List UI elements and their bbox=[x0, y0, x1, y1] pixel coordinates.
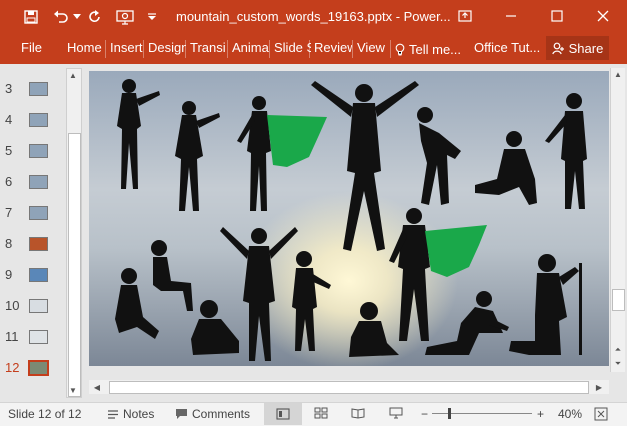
scroll-up-icon[interactable]: ▲ bbox=[612, 68, 624, 80]
scroll-down-icon[interactable]: ▼ bbox=[67, 384, 79, 396]
slide-number: 7 bbox=[5, 205, 13, 220]
slide-thumbnail-10[interactable]: 10 bbox=[0, 295, 66, 317]
slide-mini bbox=[29, 175, 48, 189]
reading-view-icon bbox=[351, 408, 365, 419]
next-slide-icon[interactable]: ⏷ bbox=[612, 358, 624, 370]
slide-thumbnail-11[interactable]: 11 bbox=[0, 326, 66, 348]
scrollbar-thumb[interactable] bbox=[68, 133, 81, 397]
slide-number: 4 bbox=[5, 112, 13, 127]
window-title: mountain_custom_words_19163.pptx - Power… bbox=[176, 9, 451, 24]
status-bar: Slide 12 of 12 Notes Comments − + 40% bbox=[0, 402, 627, 426]
previous-slide-icon[interactable]: ⏶ bbox=[612, 344, 624, 356]
tab-design[interactable]: Design bbox=[143, 40, 186, 58]
slide-sorter-button[interactable] bbox=[314, 407, 328, 419]
undo-dropdown-icon[interactable] bbox=[72, 8, 82, 26]
normal-view-icon bbox=[276, 408, 290, 420]
share-button[interactable]: Share bbox=[546, 36, 609, 60]
tab-insert[interactable]: Insert bbox=[105, 40, 146, 58]
undo-icon[interactable] bbox=[50, 8, 72, 26]
slide-number: 8 bbox=[5, 236, 13, 251]
customize-icon[interactable] bbox=[146, 8, 158, 26]
slideshow-view-icon bbox=[389, 407, 403, 419]
slide-number: 11 bbox=[5, 329, 19, 344]
slide-thumbnail-6[interactable]: 6 bbox=[0, 171, 66, 193]
slideshow-view-button[interactable] bbox=[389, 407, 403, 419]
person-icon bbox=[551, 42, 564, 54]
notes-label: Notes bbox=[123, 407, 155, 421]
slide-number: 12 bbox=[5, 360, 20, 375]
silhouettes-illustration bbox=[115, 79, 587, 361]
slide-sorter-icon bbox=[314, 407, 328, 419]
comments-label: Comments bbox=[192, 407, 251, 421]
ribbon-display-icon[interactable] bbox=[450, 4, 480, 28]
slide-mini bbox=[29, 113, 48, 127]
scrollbar-thumb[interactable] bbox=[612, 289, 625, 311]
comment-icon bbox=[176, 409, 187, 419]
slide-mini bbox=[29, 299, 48, 313]
slide-number: 5 bbox=[5, 143, 13, 158]
slide-thumbnail-12[interactable]: 12 bbox=[0, 357, 66, 379]
zoom-in-button[interactable]: + bbox=[537, 407, 544, 421]
slide-thumbnail-7[interactable]: 7 bbox=[0, 202, 66, 224]
ribbon-tabs: File Home Insert Design Transi Anima Sli… bbox=[0, 34, 627, 64]
slide-counter: Slide 12 of 12 bbox=[8, 407, 82, 421]
tell-me-box[interactable]: Tell me... bbox=[390, 40, 469, 58]
slide-canvas[interactable] bbox=[89, 71, 609, 366]
slide-mini bbox=[29, 237, 48, 251]
slide-thumbnail-9[interactable]: 9 bbox=[0, 264, 66, 286]
save-icon[interactable] bbox=[20, 8, 42, 26]
tab-file[interactable]: File bbox=[21, 40, 42, 58]
slide-mini bbox=[29, 206, 48, 220]
zoom-slider-thumb[interactable] bbox=[448, 408, 451, 419]
comments-button[interactable]: Comments bbox=[175, 407, 250, 421]
redo-icon[interactable] bbox=[86, 8, 104, 26]
thumbnail-scrollbar[interactable]: ▲ ▼ bbox=[66, 68, 82, 398]
zoom-out-button[interactable]: − bbox=[421, 407, 428, 421]
slide-number: 3 bbox=[5, 81, 13, 96]
tab-animations[interactable]: Anima bbox=[227, 40, 271, 58]
fit-to-window-button[interactable] bbox=[594, 407, 608, 421]
account-name[interactable]: Office Tut... bbox=[474, 40, 542, 58]
slide-thumbnail-4[interactable]: 4 bbox=[0, 109, 66, 131]
tab-review[interactable]: Review bbox=[309, 40, 352, 58]
slide-vertical-scrollbar[interactable]: ▲ ⏶ ⏷ bbox=[610, 68, 625, 372]
slide-mini bbox=[28, 360, 49, 376]
slide-mini bbox=[29, 330, 48, 344]
notes-button[interactable]: Notes bbox=[107, 407, 154, 421]
reading-view-button[interactable] bbox=[351, 407, 365, 419]
scroll-up-icon[interactable]: ▲ bbox=[67, 69, 79, 81]
normal-view-button[interactable] bbox=[264, 403, 302, 425]
zoom-level[interactable]: 40% bbox=[558, 407, 582, 421]
lightbulb-icon bbox=[395, 43, 405, 55]
scrollbar-thumb[interactable] bbox=[109, 381, 589, 394]
slide-number: 9 bbox=[5, 267, 13, 282]
slide-thumbnail-8[interactable]: 8 bbox=[0, 233, 66, 255]
slide-horizontal-scrollbar[interactable]: ◀ ▶ bbox=[89, 380, 609, 394]
slide-thumbnail-3[interactable]: 3 bbox=[0, 78, 66, 100]
slide-mini bbox=[29, 82, 48, 96]
slide-thumbnail-5[interactable]: 5 bbox=[0, 140, 66, 162]
slideshow-icon[interactable] bbox=[114, 8, 136, 26]
tell-me-label: Tell me... bbox=[409, 41, 462, 57]
scroll-right-icon[interactable]: ▶ bbox=[593, 381, 605, 393]
share-label: Share bbox=[568, 40, 604, 56]
title-bar: mountain_custom_words_19163.pptx - Power… bbox=[0, 0, 627, 34]
slide-mini bbox=[29, 268, 48, 282]
tab-home[interactable]: Home bbox=[67, 40, 103, 58]
slide-number: 6 bbox=[5, 174, 13, 189]
tab-slideshow[interactable]: Slide S bbox=[269, 40, 311, 58]
slide-number: 10 bbox=[5, 298, 20, 313]
close-icon[interactable] bbox=[588, 4, 618, 28]
tab-view[interactable]: View bbox=[352, 40, 389, 58]
fit-window-icon bbox=[594, 407, 608, 421]
minimize-icon[interactable] bbox=[496, 4, 526, 28]
maximize-icon[interactable] bbox=[542, 4, 572, 28]
zoom-slider-track[interactable] bbox=[432, 413, 532, 414]
scroll-left-icon[interactable]: ◀ bbox=[91, 381, 103, 393]
notes-icon bbox=[108, 409, 118, 419]
slide-mini bbox=[29, 144, 48, 158]
tab-transitions[interactable]: Transi bbox=[185, 40, 229, 58]
